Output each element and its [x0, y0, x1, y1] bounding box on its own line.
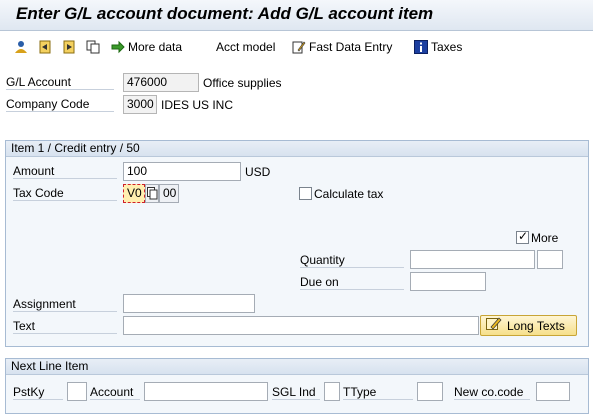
long-texts-button[interactable]: Long Texts	[480, 315, 577, 336]
new-co-code-label: New co.code	[454, 385, 530, 400]
assignment-field[interactable]	[123, 294, 255, 313]
tax-code-field[interactable]: V0	[123, 184, 145, 203]
account-label: Account	[90, 385, 140, 400]
document-next-icon	[62, 40, 76, 54]
amount-field[interactable]: 100	[123, 162, 241, 181]
acct-model-button[interactable]: Acct model	[216, 39, 275, 55]
gl-account-description: Office supplies	[203, 76, 282, 90]
previous-item-button[interactable]	[38, 39, 52, 55]
more-data-label: More data	[128, 40, 183, 54]
document-prev-icon	[38, 40, 52, 54]
calculate-tax-label: Calculate tax	[314, 187, 384, 201]
due-on-label: Due on	[300, 275, 404, 290]
more-data-button[interactable]: More data	[111, 39, 182, 55]
edit-pencil-icon	[292, 40, 306, 54]
sgl-ind-field[interactable]	[324, 382, 340, 401]
text-field[interactable]	[123, 316, 479, 335]
next-item-button[interactable]	[62, 39, 76, 55]
item-group-title: Item 1 / Credit entry / 50	[6, 141, 588, 157]
pstky-field[interactable]	[67, 382, 87, 401]
acct-model-label: Acct model	[216, 40, 276, 54]
tax-code-label: Tax Code	[13, 186, 117, 201]
gl-account-field: 476000	[123, 73, 199, 92]
copy-icon	[86, 40, 100, 54]
calculate-tax-checkbox[interactable]	[299, 187, 312, 200]
page-title: Enter G/L account document: Add G/L acco…	[16, 4, 434, 23]
application-toolbar: More data Acct model Fast Data Entry Tax…	[0, 32, 593, 62]
arrow-right-icon	[111, 40, 125, 54]
title-bar: Enter G/L account document: Add G/L acco…	[0, 0, 593, 31]
new-co-code-field[interactable]	[536, 382, 570, 401]
main-content: G/L Account 476000 Office supplies Compa…	[0, 62, 593, 418]
more-checkbox[interactable]	[516, 229, 529, 244]
tax-code-search-help-button[interactable]	[145, 184, 159, 203]
long-texts-label: Long Texts	[507, 318, 565, 333]
person-detail-icon	[14, 40, 28, 54]
taxes-label: Taxes	[431, 40, 463, 54]
gl-account-label: G/L Account	[6, 75, 114, 90]
copy-icon	[147, 187, 158, 203]
info-icon	[414, 40, 428, 54]
company-code-label: Company Code	[6, 97, 114, 112]
quantity-unit-field[interactable]	[537, 250, 563, 269]
taxes-button[interactable]: Taxes	[414, 39, 462, 55]
company-code-description: IDES US INC	[161, 98, 234, 112]
ttype-label: TType	[343, 385, 413, 400]
assignment-label: Assignment	[13, 297, 117, 312]
tax-code-extra-field: 00	[159, 184, 179, 203]
due-on-field[interactable]	[410, 272, 486, 291]
text-label: Text	[13, 319, 117, 334]
company-code-field: 3000	[123, 95, 157, 114]
sgl-ind-label: SGL Ind	[272, 385, 320, 400]
pstky-label: PstKy	[13, 385, 63, 400]
display-detail-button[interactable]	[14, 39, 28, 55]
more-label: More	[531, 231, 559, 245]
pencil-note-icon	[486, 317, 502, 334]
next-line-item-title: Next Line Item	[6, 359, 588, 375]
quantity-label: Quantity	[300, 253, 404, 268]
fast-data-entry-button[interactable]: Fast Data Entry	[292, 39, 392, 55]
fast-data-entry-label: Fast Data Entry	[309, 40, 393, 54]
ttype-field[interactable]	[417, 382, 443, 401]
account-field[interactable]	[144, 382, 268, 401]
currency-label: USD	[245, 165, 271, 179]
amount-label: Amount	[13, 164, 117, 179]
quantity-field[interactable]	[410, 250, 535, 269]
copy-button[interactable]	[86, 39, 100, 55]
